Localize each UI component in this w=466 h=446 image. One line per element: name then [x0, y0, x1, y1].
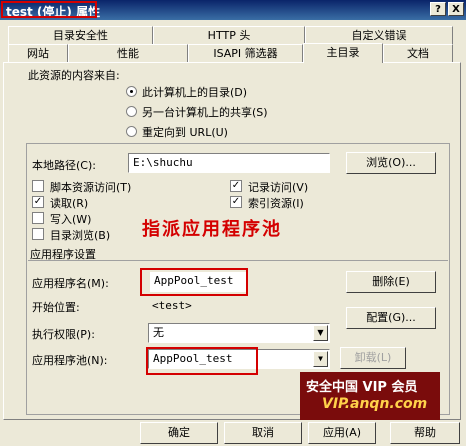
- checkbox-log-visits[interactable]: ✓: [230, 180, 242, 192]
- chevron-down-icon[interactable]: ▼: [313, 351, 328, 367]
- watermark-line2: VIP.anqn.com: [322, 396, 428, 412]
- checkbox-index-resource-label: 索引资源(I): [248, 197, 304, 210]
- execute-permissions-value: 无: [153, 326, 164, 339]
- annotation-assign-app-pool: 指派应用程序池: [142, 219, 282, 240]
- radio-redirect-url-label: 重定向到 URL(U): [142, 126, 228, 139]
- tab-http-headers[interactable]: HTTP 头: [153, 26, 305, 44]
- help-button[interactable]: ?: [430, 2, 446, 16]
- checkbox-script-access[interactable]: [32, 180, 44, 192]
- checkbox-directory-browsing[interactable]: [32, 228, 44, 240]
- apply-button[interactable]: 应用(A): [308, 422, 376, 444]
- start-location-value: <test>: [152, 299, 192, 312]
- ok-button[interactable]: 确定: [140, 422, 218, 444]
- checkbox-write-label: 写入(W): [50, 213, 92, 226]
- app-settings-divider: [28, 260, 448, 261]
- home-directory-panel: 此资源的内容来自: 此计算机上的目录(D) 另一台计算机上的共享(S) 重定向到…: [3, 62, 461, 420]
- configure-button[interactable]: 配置(G)...: [346, 307, 436, 329]
- tab-isapi-filters[interactable]: ISAPI 筛选器: [188, 44, 303, 62]
- remove-button[interactable]: 删除(E): [346, 271, 436, 293]
- radio-network-share[interactable]: [126, 106, 137, 117]
- radio-redirect-url[interactable]: [126, 126, 137, 137]
- execute-permissions-select[interactable]: 无 ▼: [148, 323, 330, 343]
- local-path-input[interactable]: E:\shuchu: [128, 153, 330, 173]
- radio-local-directory[interactable]: [126, 86, 137, 97]
- unload-button[interactable]: 卸载(L): [340, 347, 406, 369]
- tab-custom-errors[interactable]: 自定义错误: [305, 26, 453, 44]
- execute-permissions-label: 执行权限(P):: [32, 328, 95, 341]
- browse-button[interactable]: 浏览(O)...: [346, 152, 436, 174]
- checkbox-index-resource[interactable]: ✓: [230, 196, 242, 208]
- radio-network-share-label: 另一台计算机上的共享(S): [142, 106, 268, 119]
- watermark-line1: 安全中国 VIP 会员: [306, 380, 418, 395]
- watermark-badge: 安全中国 VIP 会员 VIP.anqn.com: [300, 372, 440, 420]
- app-name-highlight-box: [140, 268, 248, 296]
- help-footer-button[interactable]: 帮助: [390, 422, 460, 444]
- checkbox-read-label: 读取(R): [50, 197, 89, 210]
- chevron-down-icon[interactable]: ▼: [313, 325, 328, 341]
- checkbox-script-access-label: 脚本资源访问(T): [50, 181, 132, 194]
- tab-performance[interactable]: 性能: [68, 44, 188, 62]
- cancel-button[interactable]: 取消: [224, 422, 302, 444]
- app-pool-label: 应用程序池(N):: [32, 354, 108, 367]
- tab-directory-security[interactable]: 目录安全性: [8, 26, 153, 44]
- local-path-label: 本地路径(C):: [32, 159, 96, 172]
- start-location-label: 开始位置:: [32, 301, 80, 314]
- tab-home-directory[interactable]: 主目录: [303, 43, 383, 63]
- tab-website[interactable]: 网站: [8, 44, 68, 62]
- checkbox-log-visits-label: 记录访问(V): [248, 181, 309, 194]
- help-icon: ?: [435, 4, 441, 15]
- checkbox-read[interactable]: ✓: [32, 196, 44, 208]
- title-highlight-box: [1, 1, 97, 18]
- radio-local-directory-label: 此计算机上的目录(D): [142, 86, 248, 99]
- close-button[interactable]: X: [448, 2, 464, 16]
- app-pool-highlight-box: [146, 347, 258, 375]
- tab-documents[interactable]: 文档: [383, 44, 453, 62]
- source-heading: 此资源的内容来自:: [28, 69, 120, 82]
- checkbox-directory-browsing-label: 目录浏览(B): [50, 229, 111, 242]
- app-name-label: 应用程序名(M):: [32, 277, 109, 290]
- close-icon: X: [452, 4, 460, 15]
- checkbox-write[interactable]: [32, 212, 44, 224]
